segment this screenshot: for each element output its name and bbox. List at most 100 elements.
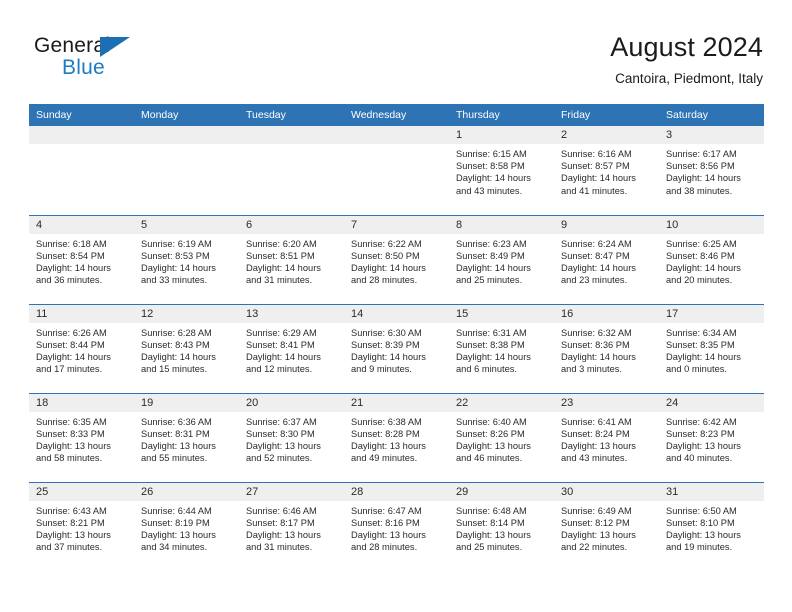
calendar-page: General Blue August 2024 Cantoira, Piedm… (0, 0, 792, 612)
day-details: Sunrise: 6:23 AM Sunset: 8:49 PM Daylight:… (449, 234, 554, 287)
calendar-day-cell[interactable]: 8 Sunrise: 6:23 AM Sunset: 8:49 PM Daylight… (449, 214, 554, 304)
sunset-time: Sunset: 8:54 PM (36, 250, 105, 261)
calendar-day-cell[interactable]: 11 Sunrise: 6:26 AM Sunset: 8:44 PM Dayligh… (29, 303, 134, 393)
day-number: 30 (554, 482, 659, 501)
sunset-time: Sunset: 8:23 PM (666, 428, 735, 439)
daylight-duration-line1: Daylight: 14 hours (666, 351, 741, 362)
day-details: Sunrise: 6:38 AM Sunset: 8:28 PM Daylight:… (344, 412, 449, 465)
calendar-day-cell[interactable]: 4 Sunrise: 6:18 AM Sunset: 8:54 PM Daylight… (29, 214, 134, 304)
day-details: Sunrise: 6:15 AM Sunset: 8:58 PM Daylight:… (449, 144, 554, 197)
calendar-day-cell[interactable]: 20 Sunrise: 6:37 AM Sunset: 8:30 PM Dayligh… (239, 392, 344, 482)
sunrise-time: Sunrise: 6:37 AM (246, 416, 317, 427)
daylight-duration-line1: Daylight: 13 hours (141, 529, 216, 540)
sunset-time: Sunset: 8:28 PM (351, 428, 420, 439)
calendar-day-cell[interactable]: 23 Sunrise: 6:41 AM Sunset: 8:24 PM Dayligh… (554, 392, 659, 482)
calendar-day-cell[interactable]: 27 Sunrise: 6:46 AM Sunset: 8:17 PM Dayligh… (239, 481, 344, 571)
calendar-week-row: 11 Sunrise: 6:26 AM Sunset: 8:44 PM Dayligh… (29, 303, 764, 393)
daylight-duration-line2: and 37 minutes. (36, 542, 103, 553)
daylight-duration-line1: Daylight: 13 hours (36, 440, 111, 451)
day-details: Sunrise: 6:42 AM Sunset: 8:23 PM Daylight:… (659, 412, 764, 465)
day-number: 11 (29, 304, 134, 323)
sunrise-time: Sunrise: 6:36 AM (141, 416, 212, 427)
calendar-day-cell[interactable]: 30 Sunrise: 6:49 AM Sunset: 8:12 PM Dayligh… (554, 481, 659, 571)
daylight-duration-line1: Daylight: 13 hours (351, 529, 426, 540)
calendar-day-cell[interactable]: 7 Sunrise: 6:22 AM Sunset: 8:50 PM Daylight… (344, 214, 449, 304)
calendar-day-cell-empty (29, 126, 134, 215)
sunset-time: Sunset: 8:16 PM (351, 517, 420, 528)
sunrise-time: Sunrise: 6:24 AM (561, 238, 632, 249)
sunrise-time: Sunrise: 6:23 AM (456, 238, 527, 249)
daylight-duration-line1: Daylight: 14 hours (666, 173, 741, 184)
calendar-day-cell[interactable]: 5 Sunrise: 6:19 AM Sunset: 8:53 PM Daylight… (134, 214, 239, 304)
calendar-week-row: 1 Sunrise: 6:15 AM Sunset: 8:58 PM Daylight… (29, 126, 764, 215)
sunrise-time: Sunrise: 6:16 AM (561, 149, 632, 159)
weekday-header-sunday: Sunday (29, 104, 134, 126)
sunset-time: Sunset: 8:39 PM (351, 339, 420, 350)
sunset-time: Sunset: 8:14 PM (456, 517, 525, 528)
sunset-time: Sunset: 8:31 PM (141, 428, 210, 439)
calendar-day-cell[interactable]: 2 Sunrise: 6:16 AM Sunset: 8:57 PM Daylight… (554, 126, 659, 215)
calendar-body: 1 Sunrise: 6:15 AM Sunset: 8:58 PM Daylight… (29, 126, 764, 571)
calendar-day-cell[interactable]: 25 Sunrise: 6:43 AM Sunset: 8:21 PM Dayligh… (29, 481, 134, 571)
calendar-day-cell[interactable]: 19 Sunrise: 6:36 AM Sunset: 8:31 PM Dayligh… (134, 392, 239, 482)
calendar-day-cell[interactable]: 10 Sunrise: 6:25 AM Sunset: 8:46 PM Dayligh… (659, 214, 764, 304)
sunset-time: Sunset: 8:56 PM (666, 161, 735, 172)
calendar-day-cell[interactable]: 24 Sunrise: 6:42 AM Sunset: 8:23 PM Dayligh… (659, 392, 764, 482)
day-details: Sunrise: 6:20 AM Sunset: 8:51 PM Daylight:… (239, 234, 344, 287)
daylight-duration-line1: Daylight: 13 hours (666, 529, 741, 540)
sunset-time: Sunset: 8:49 PM (456, 250, 525, 261)
day-number (239, 126, 344, 144)
calendar-day-cell[interactable]: 22 Sunrise: 6:40 AM Sunset: 8:26 PM Dayligh… (449, 392, 554, 482)
calendar-day-cell[interactable]: 3 Sunrise: 6:17 AM Sunset: 8:56 PM Daylight… (659, 126, 764, 215)
sunrise-time: Sunrise: 6:34 AM (666, 327, 737, 338)
sunset-time: Sunset: 8:41 PM (246, 339, 315, 350)
daylight-duration-line2: and 12 minutes. (246, 364, 313, 375)
calendar-day-cell[interactable]: 26 Sunrise: 6:44 AM Sunset: 8:19 PM Dayligh… (134, 481, 239, 571)
daylight-duration-line2: and 25 minutes. (456, 275, 523, 286)
calendar-day-cell[interactable]: 28 Sunrise: 6:47 AM Sunset: 8:16 PM Dayligh… (344, 481, 449, 571)
calendar-day-cell[interactable]: 14 Sunrise: 6:30 AM Sunset: 8:39 PM Dayligh… (344, 303, 449, 393)
calendar-day-cell[interactable]: 6 Sunrise: 6:20 AM Sunset: 8:51 PM Daylight… (239, 214, 344, 304)
calendar-day-cell[interactable]: 16 Sunrise: 6:32 AM Sunset: 8:36 PM Dayligh… (554, 303, 659, 393)
calendar-day-cell[interactable]: 13 Sunrise: 6:29 AM Sunset: 8:41 PM Dayligh… (239, 303, 344, 393)
calendar-day-cell[interactable]: 18 Sunrise: 6:35 AM Sunset: 8:33 PM Dayligh… (29, 392, 134, 482)
daylight-duration-line1: Daylight: 14 hours (561, 351, 636, 362)
sunset-time: Sunset: 8:10 PM (666, 517, 735, 528)
day-number (344, 126, 449, 144)
sunset-time: Sunset: 8:51 PM (246, 250, 315, 261)
day-details: Sunrise: 6:36 AM Sunset: 8:31 PM Daylight:… (134, 412, 239, 465)
daylight-duration-line1: Daylight: 13 hours (246, 440, 321, 451)
sunrise-time: Sunrise: 6:26 AM (36, 327, 107, 338)
day-number: 1 (449, 126, 554, 144)
daylight-duration-line1: Daylight: 14 hours (666, 262, 741, 273)
calendar-week-row: 18 Sunrise: 6:35 AM Sunset: 8:33 PM Dayligh… (29, 392, 764, 482)
daylight-duration-line1: Daylight: 14 hours (246, 351, 321, 362)
sunrise-time: Sunrise: 6:22 AM (351, 238, 422, 249)
calendar-day-cell[interactable]: 15 Sunrise: 6:31 AM Sunset: 8:38 PM Dayligh… (449, 303, 554, 393)
weekday-header-monday: Monday (134, 104, 239, 126)
calendar-day-cell[interactable]: 9 Sunrise: 6:24 AM Sunset: 8:47 PM Daylight… (554, 214, 659, 304)
sunrise-time: Sunrise: 6:38 AM (351, 416, 422, 427)
calendar-day-cell[interactable]: 1 Sunrise: 6:15 AM Sunset: 8:58 PM Daylight… (449, 126, 554, 215)
daylight-duration-line1: Daylight: 13 hours (561, 529, 636, 540)
general-blue-logo[interactable]: General Blue (34, 34, 234, 90)
sunset-time: Sunset: 8:38 PM (456, 339, 525, 350)
day-details: Sunrise: 6:19 AM Sunset: 8:53 PM Daylight:… (134, 234, 239, 287)
calendar-day-cell[interactable]: 21 Sunrise: 6:38 AM Sunset: 8:28 PM Dayligh… (344, 392, 449, 482)
calendar-day-cell[interactable]: 31 Sunrise: 6:50 AM Sunset: 8:10 PM Dayligh… (659, 481, 764, 571)
calendar-day-cell[interactable]: 12 Sunrise: 6:28 AM Sunset: 8:43 PM Dayligh… (134, 303, 239, 393)
day-number: 8 (449, 215, 554, 234)
daylight-duration-line1: Daylight: 14 hours (351, 262, 426, 273)
daylight-duration-line1: Daylight: 14 hours (456, 351, 531, 362)
daylight-duration-line1: Daylight: 13 hours (246, 529, 321, 540)
calendar-day-cell[interactable]: 17 Sunrise: 6:34 AM Sunset: 8:35 PM Dayligh… (659, 303, 764, 393)
daylight-duration-line1: Daylight: 13 hours (561, 440, 636, 451)
daylight-duration-line1: Daylight: 14 hours (36, 262, 111, 273)
daylight-duration-line2: and 43 minutes. (561, 453, 628, 464)
day-number: 18 (29, 393, 134, 412)
sunrise-time: Sunrise: 6:18 AM (36, 238, 107, 249)
title-block: August 2024 Cantoira, Piedmont, Italy (610, 30, 763, 87)
calendar-day-cell[interactable]: 29 Sunrise: 6:48 AM Sunset: 8:14 PM Dayligh… (449, 481, 554, 571)
daylight-duration-line2: and 52 minutes. (246, 453, 313, 464)
day-number: 25 (29, 482, 134, 501)
